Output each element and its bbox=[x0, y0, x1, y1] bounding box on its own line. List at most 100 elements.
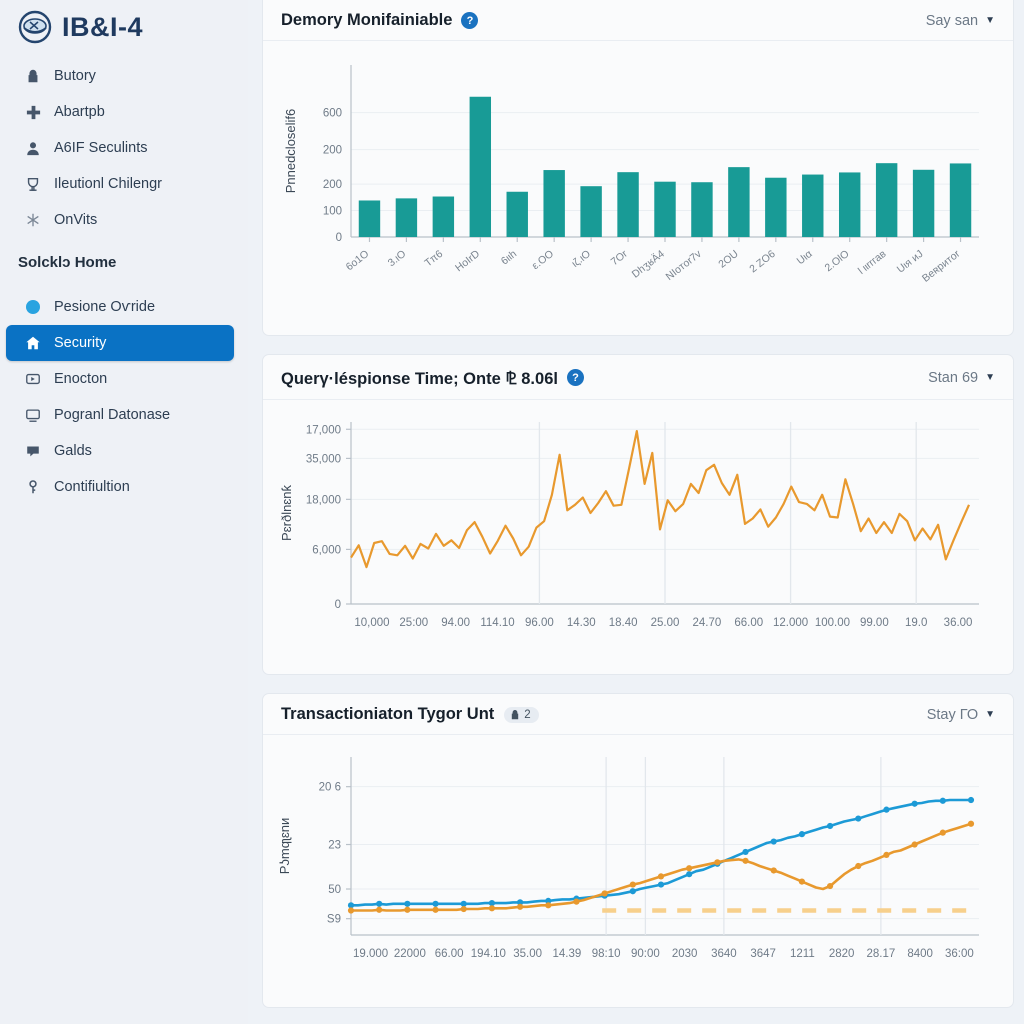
series-orange bbox=[351, 822, 972, 912]
bar bbox=[875, 163, 898, 237]
svg-text:Pʖmqʅɛnи: Pʖmqʅɛnи bbox=[277, 818, 292, 875]
x-tick-label: 10,000 bbox=[354, 617, 389, 629]
data-point-marker bbox=[967, 796, 975, 804]
bar bbox=[912, 169, 935, 237]
sidebar-nav-top: Butory Abartpb A6IF Seculints Ileutionl … bbox=[0, 58, 248, 238]
svg-text:17,000: 17,000 bbox=[306, 424, 341, 436]
sidebar-item-enocton[interactable]: Enocton bbox=[6, 361, 234, 397]
x-tick-label: 35.00 bbox=[513, 948, 542, 960]
x-tick-label: 8400 bbox=[907, 948, 933, 960]
chat-icon bbox=[24, 442, 42, 460]
x-tick-label: 22000 bbox=[394, 948, 426, 960]
data-point-marker bbox=[967, 820, 975, 827]
x-tick-label: 114.10 bbox=[480, 617, 514, 629]
svg-text:Pɛrðlnɛnƙ: Pɛrðlnɛnƙ bbox=[279, 485, 294, 541]
svg-text:100: 100 bbox=[323, 206, 342, 218]
data-point-marker bbox=[404, 906, 411, 913]
sidebar-item-ileutionl-chilengr[interactable]: Ileutionl Chilengr bbox=[6, 166, 234, 202]
x-tick-label: Beʀритor bbox=[920, 248, 963, 285]
data-point-marker bbox=[460, 905, 467, 913]
x-tick-label: 14.39 bbox=[552, 948, 581, 960]
data-point-marker bbox=[629, 881, 636, 888]
bar bbox=[580, 186, 602, 237]
key-icon bbox=[24, 478, 42, 496]
svg-text:0: 0 bbox=[336, 232, 342, 244]
sidebar-item-onvits[interactable]: OnVits bbox=[6, 202, 234, 238]
data-point-marker bbox=[432, 900, 439, 907]
x-tick-label: 94.00 bbox=[441, 617, 470, 629]
sidebar-section-label: Solcklɔ Home bbox=[18, 254, 117, 271]
help-circle-icon[interactable]: ? bbox=[566, 369, 584, 386]
chevron-down-icon: ▼ bbox=[985, 15, 995, 26]
x-tick-label: ε.OO bbox=[530, 248, 556, 272]
sidebar-item-label: Pesione Oѵride bbox=[54, 299, 156, 315]
bar bbox=[432, 196, 455, 237]
data-point-marker bbox=[347, 907, 355, 914]
help-circle-icon[interactable]: ? bbox=[461, 12, 479, 29]
sidebar-item-galds[interactable]: Galds bbox=[6, 433, 234, 469]
svg-text:S9: S9 bbox=[327, 914, 341, 926]
x-tick-label: HoIrD bbox=[453, 248, 482, 275]
data-point-marker bbox=[601, 890, 608, 897]
sidebar-nav-bottom: Pesione Oѵride Security Enocton Pogranl … bbox=[0, 289, 248, 505]
x-tick-label: 6ιιh bbox=[499, 248, 519, 268]
data-point-marker bbox=[770, 838, 777, 845]
data-point-marker bbox=[376, 906, 383, 913]
card-memory-monitorable: Demory Monifainiable ? Say san ▼ Pnnedcl… bbox=[262, 0, 1014, 336]
range-dropdown[interactable]: Stan 69 ▼ bbox=[928, 370, 995, 386]
data-point-marker bbox=[488, 905, 496, 912]
sidebar-item-label: Pogranl Datonase bbox=[54, 407, 171, 423]
plus-cross-icon bbox=[24, 103, 42, 121]
data-point-marker bbox=[939, 829, 946, 836]
data-point-marker bbox=[376, 900, 383, 907]
sidebar-item-contifiultion[interactable]: Contifiultion bbox=[6, 469, 234, 505]
svg-text:6,000: 6,000 bbox=[312, 544, 341, 556]
card-header: Querγ·léspionse Time; Onte ⅊ 8.06l ? Sta… bbox=[263, 355, 1013, 400]
svg-text:20 6: 20 6 bbox=[319, 782, 341, 794]
sidebar-item-security[interactable]: Security bbox=[6, 325, 234, 361]
sidebar-item-label: Security bbox=[54, 335, 107, 351]
data-point-marker bbox=[657, 881, 665, 888]
x-tick-label: 6o1O bbox=[344, 248, 372, 273]
x-tick-label: 2.OlO bbox=[823, 248, 852, 274]
x-tick-label: 2820 bbox=[829, 948, 855, 960]
bar bbox=[838, 172, 861, 237]
x-tick-label: 24.70 bbox=[692, 617, 721, 629]
sidebar-item-pogranl-datonase[interactable]: Pogranl Datonase bbox=[6, 397, 234, 433]
range-dropdown[interactable]: Stay ГО ▼ bbox=[927, 707, 995, 723]
brand[interactable]: IB&I-4 bbox=[0, 0, 248, 46]
x-tick-label: 3.ιO bbox=[386, 248, 409, 269]
card-header: Transactioniaton Tygor Unt 2 Stay ГО ▼ bbox=[263, 694, 1013, 735]
card-title: Demory Monifainiable bbox=[281, 11, 453, 29]
range-dropdown[interactable]: Say san ▼ bbox=[926, 13, 995, 29]
bar bbox=[543, 170, 565, 237]
monitor-icon bbox=[24, 406, 42, 424]
range-label: Stan 69 bbox=[928, 369, 979, 386]
blue-dot-icon bbox=[24, 298, 42, 316]
sidebar-item-abartpb[interactable]: Abartpb bbox=[6, 94, 234, 130]
sidebar-item-butory[interactable]: Butory bbox=[6, 58, 234, 94]
sidebar-item-label: A6IF Seculints bbox=[54, 140, 148, 156]
x-tick-label: 19.000 bbox=[353, 948, 388, 960]
x-tick-label: Uια bbox=[795, 248, 815, 267]
chevron-down-icon: ▼ bbox=[985, 372, 995, 383]
bar bbox=[728, 167, 750, 237]
data-point-marker bbox=[742, 857, 749, 864]
sidebar-item-label: Abartpb bbox=[54, 104, 105, 120]
x-tick-label: DhʒʁÄ4 bbox=[630, 248, 667, 281]
sidebar-item-pesione-ouride[interactable]: Pesione Oѵride bbox=[6, 289, 234, 325]
x-tick-label: 1211 bbox=[790, 948, 815, 960]
x-tick-label: 14.30 bbox=[567, 617, 596, 629]
x-tick-label: 25:00 bbox=[399, 617, 428, 629]
sidebar-item-label: Contifiultion bbox=[54, 479, 130, 495]
x-tick-label: 7Or bbox=[609, 248, 631, 269]
data-point-marker bbox=[686, 865, 693, 872]
bar bbox=[395, 198, 418, 237]
data-point-marker bbox=[573, 898, 580, 905]
badge-count: 2 bbox=[524, 708, 531, 721]
svg-text:23: 23 bbox=[328, 840, 341, 852]
sidebar-item-label: Enocton bbox=[54, 371, 108, 387]
sidebar-item-a6if-seculints[interactable]: A6IF Seculints bbox=[6, 130, 234, 166]
x-tick-label: 2 ZO6 bbox=[747, 248, 778, 276]
x-tick-label: 90:00 bbox=[631, 948, 660, 960]
